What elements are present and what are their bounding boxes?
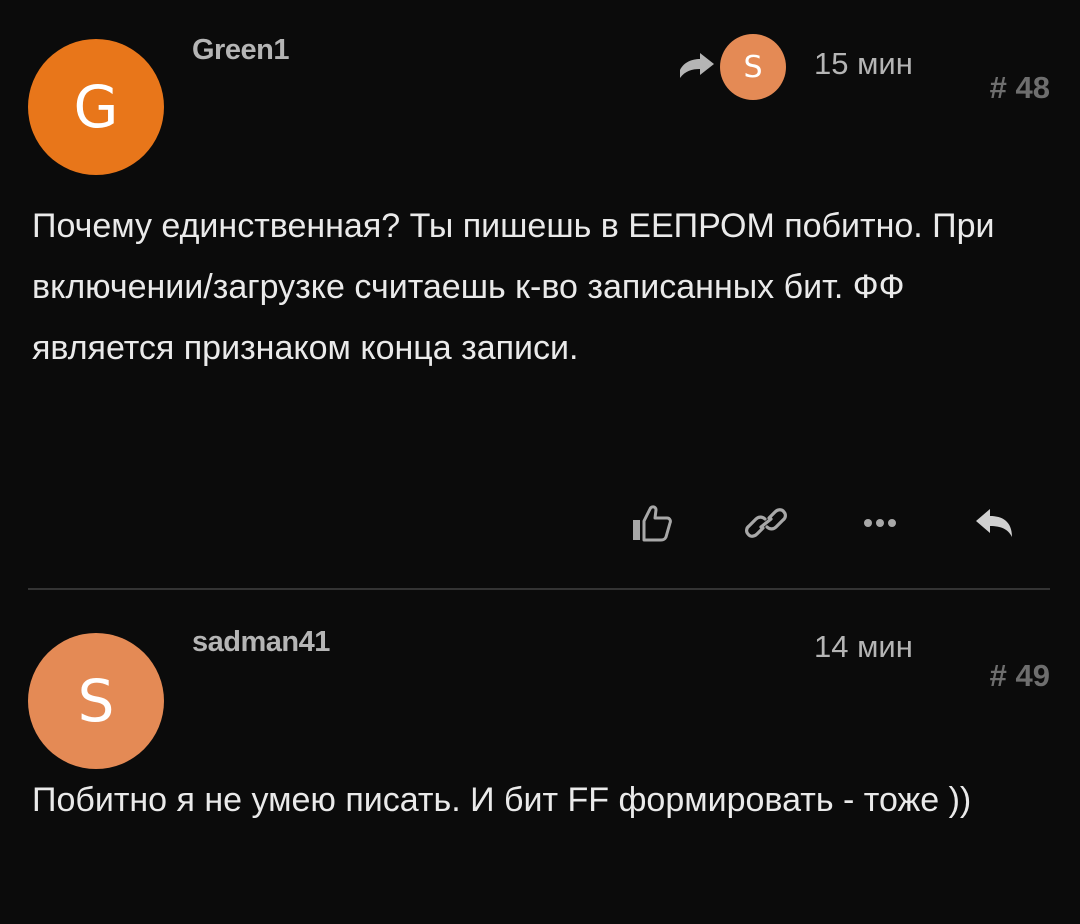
more-button[interactable] <box>852 495 908 551</box>
post-49: S sadman41 14 мин # 49 Побитно я не умею… <box>0 590 1080 924</box>
reply-icon <box>976 509 1012 537</box>
avatar[interactable]: G <box>28 39 164 175</box>
post-48: G Green1 S 15 мин # 48 Почему единственн… <box>0 0 1080 590</box>
post-body: Почему единственная? Ты пишешь в ЕЕПРОМ … <box>32 207 995 367</box>
like-icon <box>633 505 672 542</box>
avatar-letter: G <box>73 73 119 141</box>
like-button[interactable] <box>624 495 680 551</box>
post-time[interactable]: 14 мин <box>814 629 913 665</box>
post-number: # 49 <box>989 658 1050 693</box>
post-time[interactable]: 15 мин <box>814 46 913 82</box>
username[interactable]: sadman41 <box>192 626 330 659</box>
post-number: # 48 <box>989 70 1050 105</box>
more-icon <box>864 519 896 527</box>
post-actions <box>620 495 1030 551</box>
reply-button[interactable] <box>966 495 1022 551</box>
copy-link-button[interactable] <box>738 495 794 551</box>
reply-arrow-icon <box>680 53 714 78</box>
reply-to-avatar-letter: S <box>743 49 763 85</box>
reply-to-indicator[interactable]: S <box>676 34 786 100</box>
avatar[interactable]: S <box>28 633 164 769</box>
reply-to-avatar[interactable]: S <box>720 34 786 100</box>
post-body: Побитно я не умею писать. И бит FF форми… <box>32 781 972 819</box>
link-icon <box>745 508 787 538</box>
avatar-letter: S <box>77 667 115 735</box>
username[interactable]: Green1 <box>192 34 289 67</box>
